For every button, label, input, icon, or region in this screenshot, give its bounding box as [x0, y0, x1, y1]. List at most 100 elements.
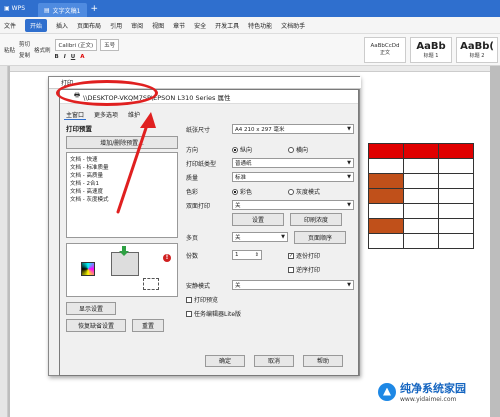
table-cell[interactable] — [368, 218, 404, 234]
font-color-icon[interactable]: A — [80, 54, 84, 60]
table-cell[interactable] — [403, 188, 439, 204]
table-cell[interactable] — [438, 203, 474, 219]
format-painter-button[interactable]: 格式刷 — [34, 46, 51, 54]
document-tab[interactable]: ▤ 文字文稿1 — [38, 3, 87, 17]
print-density-button[interactable]: 印刷浓度 — [290, 212, 342, 226]
menu-insert[interactable]: 插入 — [56, 21, 68, 30]
page-order-button[interactable]: 页面顺序 — [294, 230, 346, 244]
copies-stepper[interactable]: 1 ⇕ — [232, 250, 262, 260]
menu-section[interactable]: 章节 — [173, 21, 185, 30]
table-cell[interactable] — [403, 233, 439, 249]
tab-more-options[interactable]: 更多选项 — [92, 110, 120, 120]
table-cell[interactable] — [368, 188, 404, 204]
table-cell[interactable] — [403, 158, 439, 174]
style-normal[interactable]: AaBbCcDd 正文 — [364, 36, 406, 63]
show-settings-button[interactable]: 显示设置 — [66, 302, 116, 315]
menu-features[interactable]: 特色功能 — [248, 21, 272, 30]
tab-main[interactable]: 主窗口 — [64, 110, 87, 120]
table-cell[interactable] — [403, 173, 439, 189]
cancel-button[interactable]: 取消 — [254, 355, 294, 367]
wps-logo-icon: ▣ — [4, 5, 10, 12]
presets-list[interactable]: 文档 - 快速 文档 - 标准质量 文档 - 高质量 文档 - 2合1 文档 -… — [66, 152, 178, 238]
quiet-mode-row: 安静模式 关 ▼ — [186, 279, 354, 291]
reverse-checkbox[interactable]: 逆序打印 — [288, 265, 320, 274]
copy-button[interactable]: 复制 — [19, 51, 30, 59]
ok-button[interactable]: 确定 — [205, 355, 245, 367]
table-cell[interactable] — [438, 173, 474, 189]
paper-size-label: 纸张尺寸 — [186, 126, 211, 134]
multi-page-select[interactable]: 关 ▼ — [232, 232, 288, 242]
style-heading-1[interactable]: AaBb 标题 1 — [410, 36, 452, 63]
table-cell[interactable] — [403, 218, 439, 234]
collate-checkbox[interactable]: ✓ 逐份打印 — [288, 251, 320, 260]
watermark-url: www.yidaimei.com — [400, 396, 457, 403]
table-cell[interactable] — [368, 203, 404, 219]
font-name-select[interactable]: Calibri (正文) — [54, 39, 98, 51]
color-radio-label: 彩色 — [240, 188, 253, 196]
table-cell[interactable] — [438, 188, 474, 204]
quality-select[interactable]: 标准 ▼ — [232, 172, 354, 182]
menu-file[interactable]: 文件 — [4, 21, 16, 30]
print-dialog: 打印 🖶 \\DESKTOP-VKQM7SP\EPSON L310 Series… — [48, 76, 361, 376]
list-item[interactable]: 文档 - 灰度模式 — [70, 196, 174, 204]
portrait-radio[interactable]: 纵向 — [232, 145, 288, 154]
paste-button[interactable]: 粘贴 — [4, 46, 15, 54]
menu-security[interactable]: 安全 — [194, 21, 206, 30]
document-table[interactable] — [368, 143, 474, 249]
menu-developer[interactable]: 开发工具 — [215, 21, 239, 30]
font-group: Calibri (正文) 五号 B I U A — [54, 39, 120, 60]
table-cell[interactable] — [368, 158, 404, 174]
table-cell[interactable] — [403, 203, 439, 219]
wps-app-tab[interactable]: ▣ WPS — [0, 0, 38, 17]
watermark-text: 纯净系统家园 www.yidaimei.com — [400, 380, 466, 403]
table-cell[interactable] — [438, 233, 474, 249]
list-item[interactable]: 文档 - 快速 — [70, 156, 174, 164]
new-tab-button[interactable]: + — [91, 4, 99, 14]
menu-page-layout[interactable]: 页面布局 — [77, 21, 101, 30]
menu-review[interactable]: 审阅 — [131, 21, 143, 30]
orientation-row: 方向 纵向 横向 — [186, 143, 354, 155]
underline-icon[interactable]: U — [71, 54, 75, 60]
list-item[interactable]: 文档 - 标准质量 — [70, 164, 174, 172]
reset-button[interactable]: 重置 — [132, 319, 164, 332]
paper-size-select[interactable]: A4 210 x 297 毫米 ▼ — [232, 124, 354, 134]
cut-button[interactable]: 剪切 — [19, 40, 30, 48]
duplex-settings-button[interactable]: 设置 — [232, 212, 284, 226]
table-cell[interactable] — [438, 143, 474, 159]
list-item[interactable]: 文档 - 高速度 — [70, 188, 174, 196]
grayscale-radio[interactable]: 灰度模式 — [288, 187, 320, 196]
paper-type-select[interactable]: 普通纸 ▼ — [232, 158, 354, 168]
quiet-mode-select[interactable]: 关 ▼ — [232, 280, 354, 290]
landscape-radio[interactable]: 横向 — [288, 145, 308, 154]
table-cell[interactable] — [368, 143, 404, 159]
menu-home[interactable]: 开始 — [25, 18, 48, 32]
printer-image-icon — [111, 252, 139, 276]
stepper-icon[interactable]: ⇕ — [255, 252, 259, 258]
list-item[interactable]: 文档 - 高质量 — [70, 172, 174, 180]
print-preview-checkbox[interactable]: 打印预览 — [186, 295, 218, 304]
color-radio[interactable]: 彩色 — [232, 187, 288, 196]
menu-view[interactable]: 视图 — [152, 21, 164, 30]
table-cell[interactable] — [403, 143, 439, 159]
ruler — [10, 66, 490, 72]
font-size-select[interactable]: 五号 — [100, 39, 120, 51]
menu-references[interactable]: 引用 — [110, 21, 122, 30]
table-cell[interactable] — [438, 218, 474, 234]
duplex-select[interactable]: 关 ▼ — [232, 200, 354, 210]
list-item[interactable]: 文档 - 2合1 — [70, 180, 174, 188]
table-cell[interactable] — [368, 173, 404, 189]
help-button[interactable]: 帮助 — [303, 355, 343, 367]
restore-defaults-button[interactable]: 恢复缺省设置 — [66, 319, 126, 332]
style-heading2-label: 标题 2 — [469, 52, 485, 59]
copies-row: 份数 1 ⇕ ✓ 逐份打印 — [186, 249, 354, 261]
table-cell[interactable] — [368, 233, 404, 249]
menu-assistant[interactable]: 文档助手 — [281, 21, 305, 30]
table-cell[interactable] — [438, 158, 474, 174]
bold-icon[interactable]: B — [55, 54, 59, 60]
quiet-mode-label: 安静模式 — [186, 282, 211, 290]
italic-icon[interactable]: I — [64, 54, 66, 60]
style-heading-2[interactable]: AaBb( 标题 2 — [456, 36, 498, 63]
tab-maintenance[interactable]: 维护 — [126, 110, 142, 120]
job-arranger-checkbox[interactable]: 任务编辑器Lite版 — [186, 309, 241, 318]
add-delete-preset-button[interactable]: 增加/删除预置... — [66, 136, 178, 149]
